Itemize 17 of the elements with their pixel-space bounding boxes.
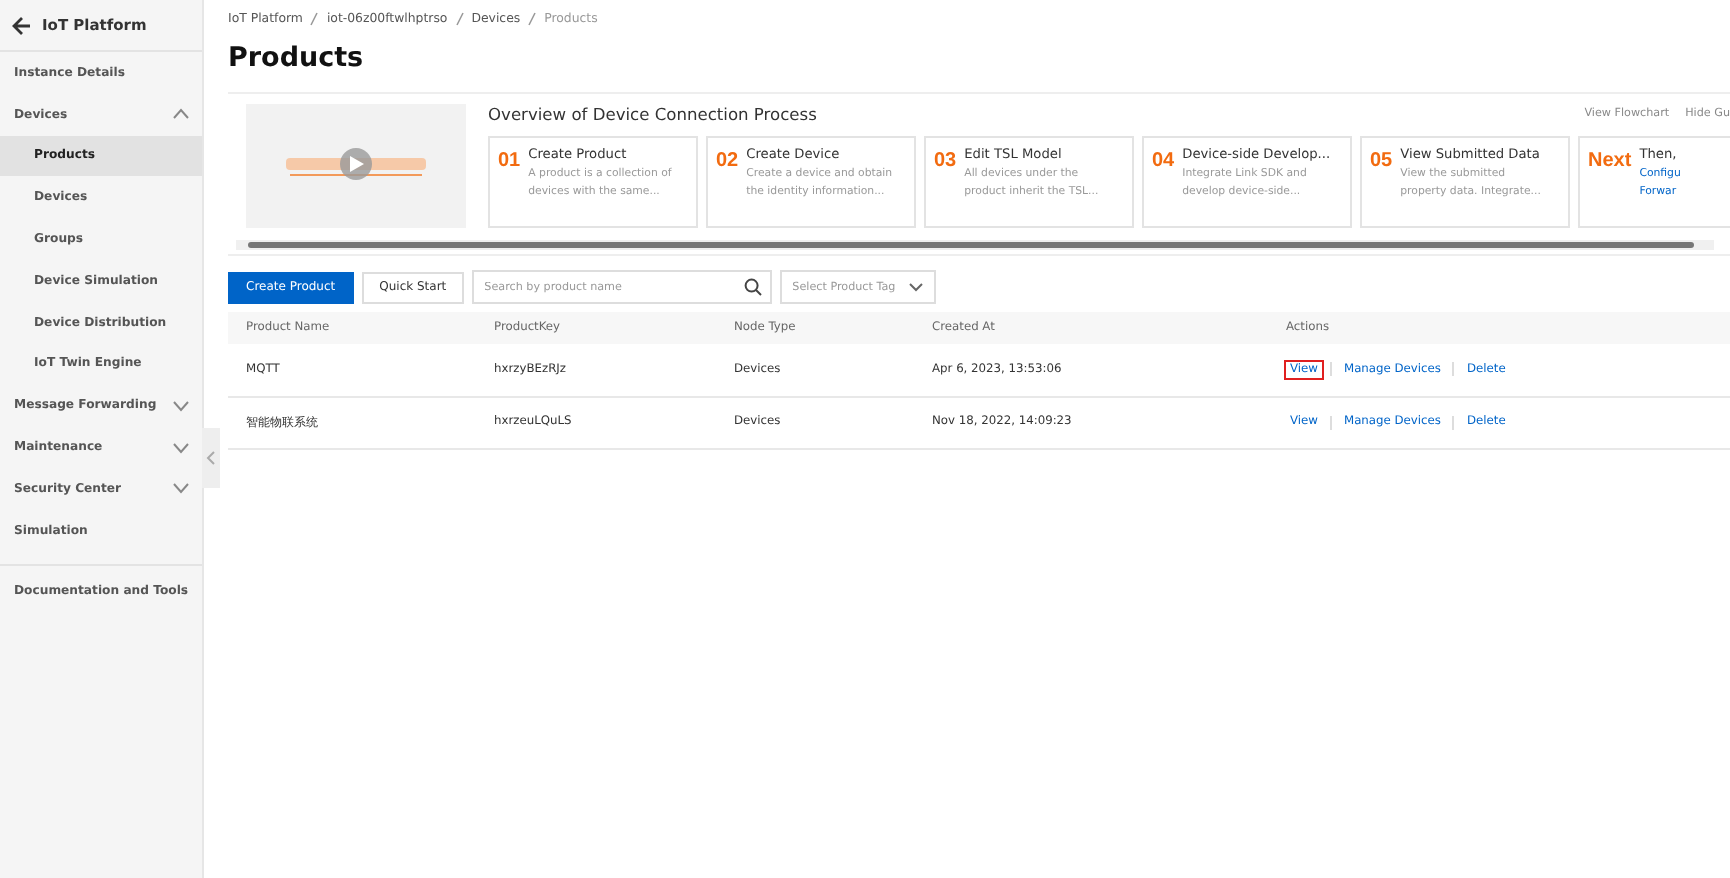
page-title: Products bbox=[228, 42, 366, 74]
step-number: 02 bbox=[716, 150, 739, 174]
step-number: 01 bbox=[498, 150, 521, 174]
separator-icon bbox=[310, 12, 319, 26]
separator-icon bbox=[455, 12, 464, 26]
step-number: 05 bbox=[1370, 150, 1393, 174]
collapse-handle[interactable] bbox=[202, 428, 220, 488]
separator-icon bbox=[528, 12, 537, 26]
chevron-icon bbox=[206, 450, 216, 466]
scrollbar[interactable] bbox=[236, 240, 1714, 250]
guide-title: Overview of Device Connection Process bbox=[488, 104, 817, 124]
back-arrow-icon[interactable] bbox=[12, 15, 32, 35]
chevron-icon bbox=[908, 282, 925, 292]
step-number: 04 bbox=[1152, 150, 1175, 174]
step-number: 03 bbox=[934, 150, 957, 174]
step-number: Next bbox=[1588, 150, 1632, 174]
search-icon[interactable] bbox=[744, 278, 763, 296]
